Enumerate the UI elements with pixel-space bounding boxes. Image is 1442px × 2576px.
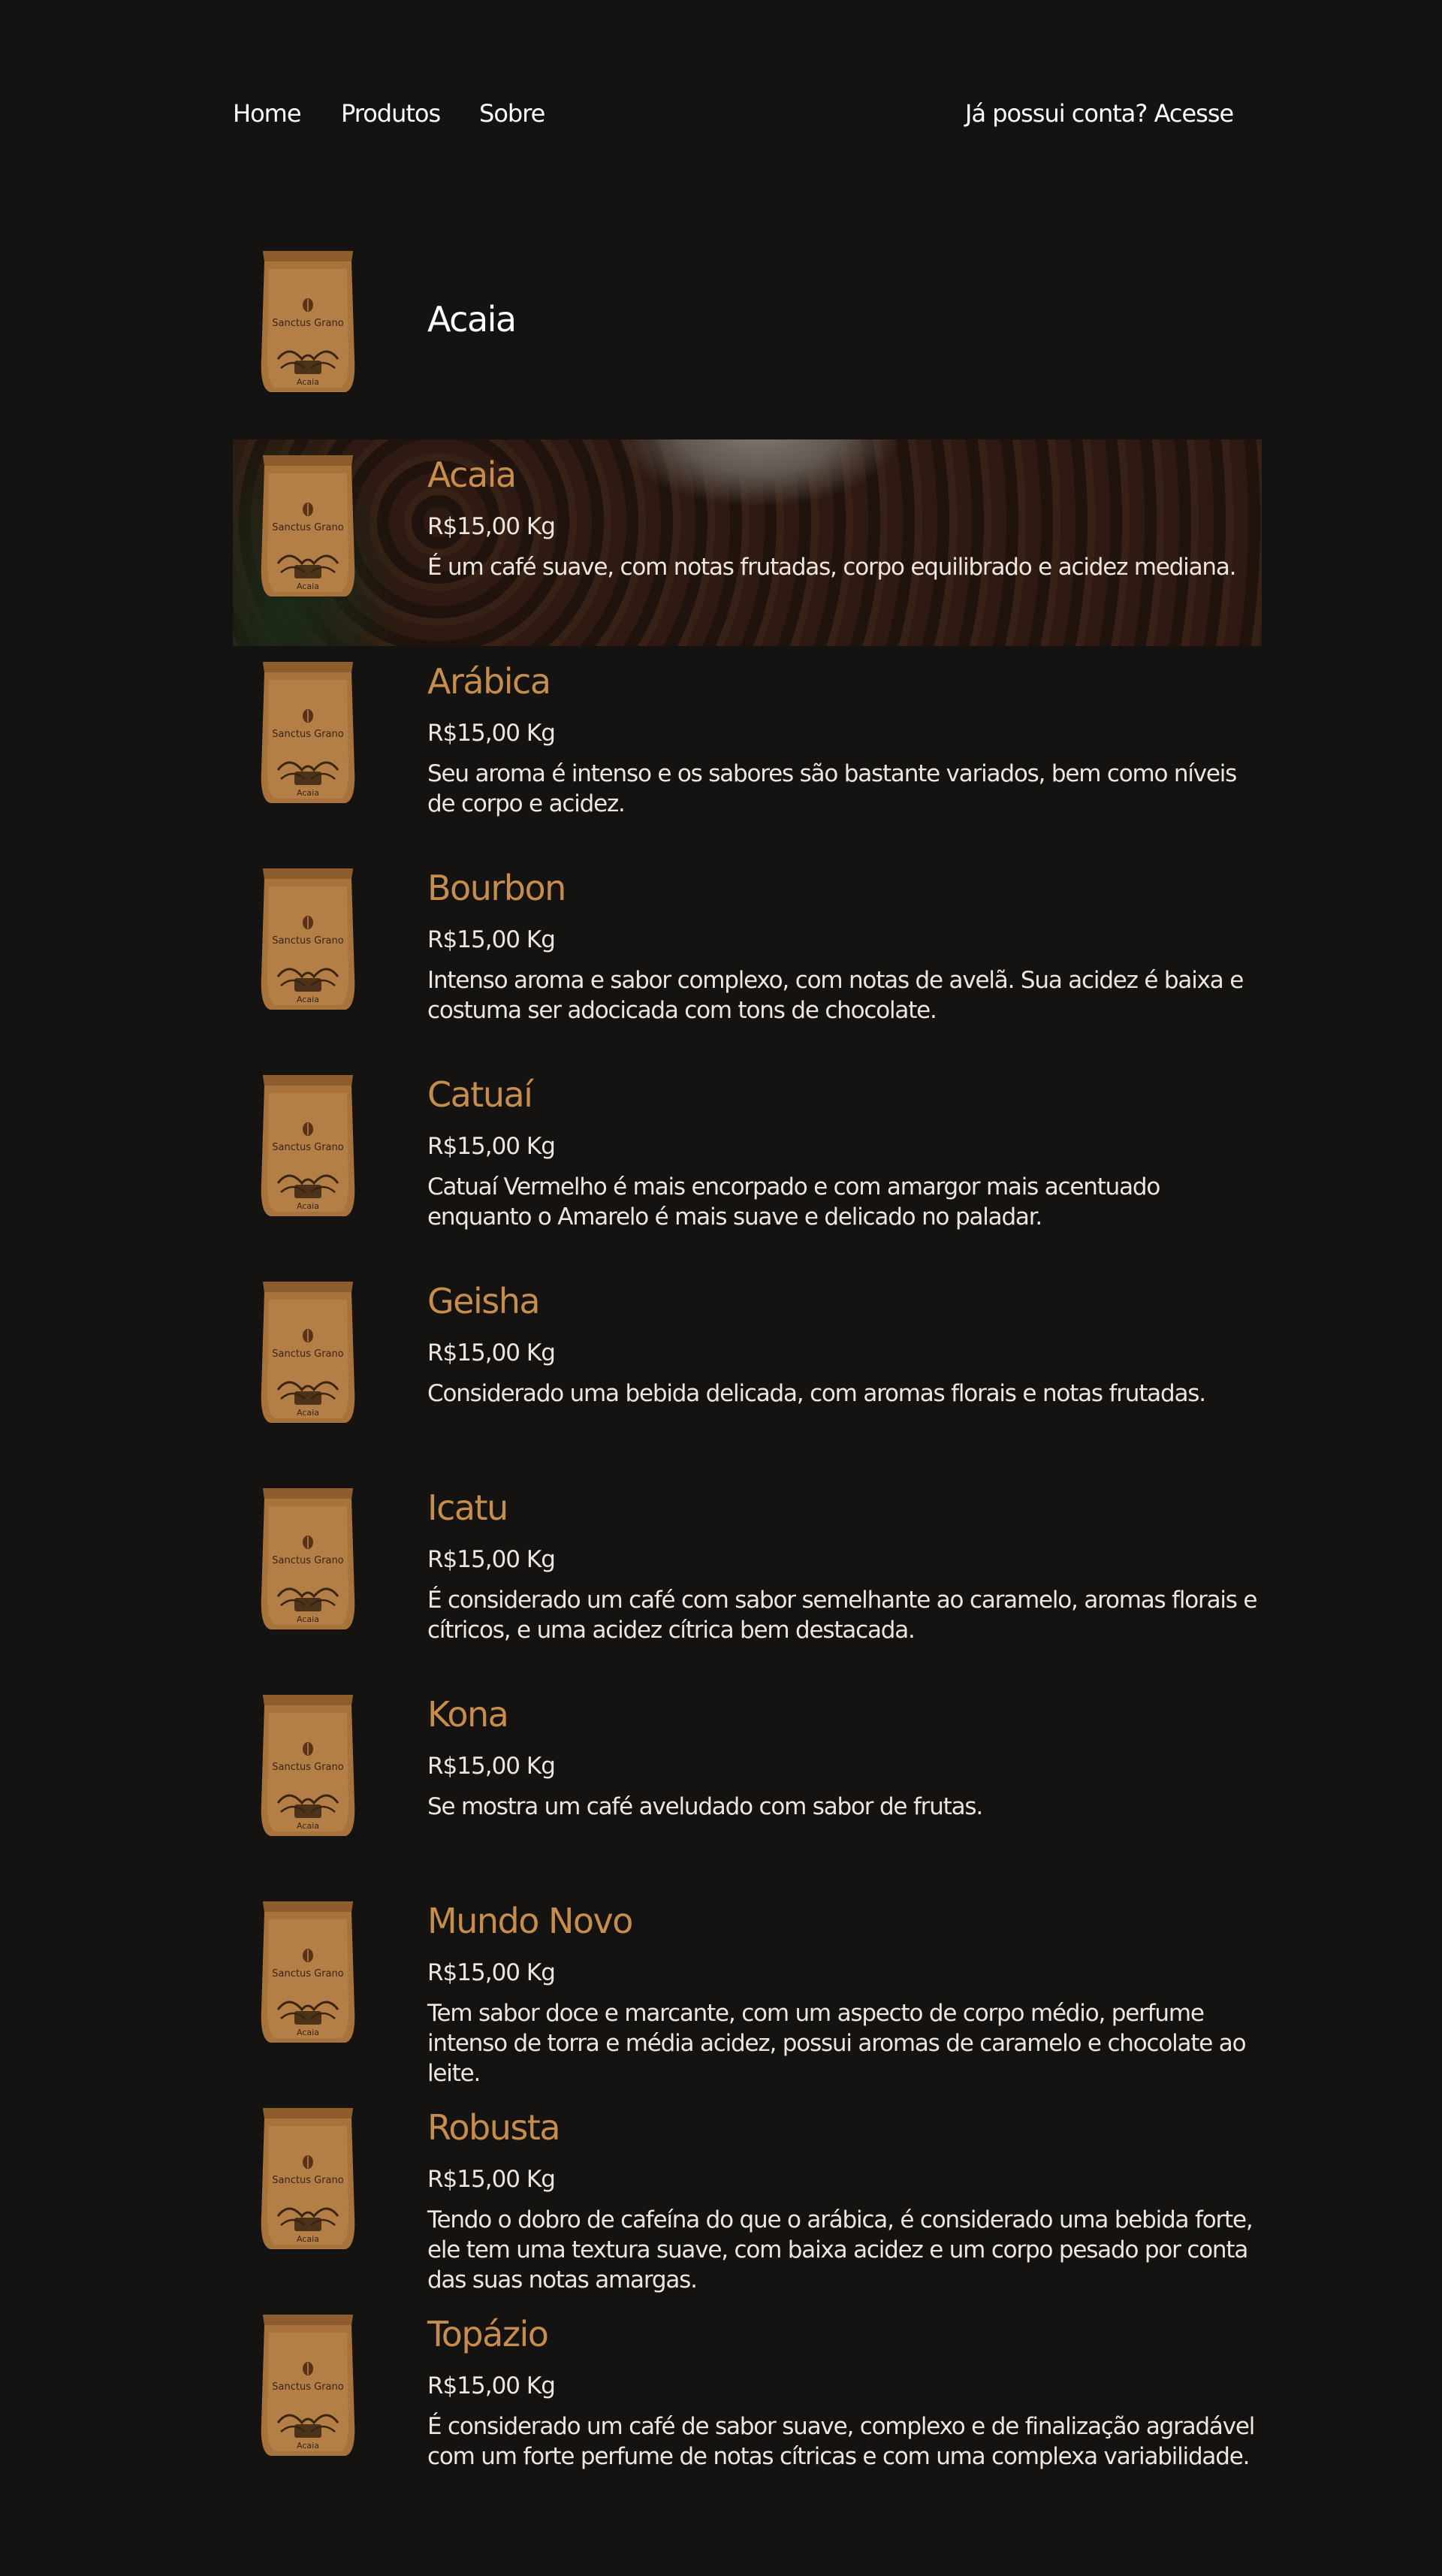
product-item[interactable]: Sanctus Grano Acaia Arábica R$15,00 Kg Seu… bbox=[233, 646, 1262, 853]
product-description: É considerado um café com sabor semelhan… bbox=[427, 1587, 1257, 1644]
coffee-bag-image: Sanctus Grano Acaia bbox=[255, 1071, 360, 1221]
product-name[interactable]: Geisha bbox=[427, 1281, 541, 1321]
nav-link-about[interactable]: Sobre bbox=[479, 99, 545, 128]
bag-brand-label: Sanctus Grano bbox=[272, 1968, 343, 1980]
bag-brand-label: Sanctus Grano bbox=[272, 1555, 343, 1566]
product-name[interactable]: Robusta bbox=[427, 2107, 561, 2148]
product-item[interactable]: Sanctus Grano Acaia Geisha R$15,00 Kg Cons… bbox=[233, 1266, 1262, 1472]
coffee-bag-image: Sanctus Grano Acaia bbox=[255, 1277, 360, 1427]
product-name[interactable]: Bourbon bbox=[427, 868, 566, 908]
product-item[interactable]: Sanctus Grano Acaia Topázio R$15,00 Kg É c… bbox=[233, 2299, 1262, 2505]
bag-variety-label: Acaia bbox=[297, 2028, 319, 2037]
coffee-bag-image: Sanctus Grano Acaia bbox=[255, 657, 360, 808]
bag-variety-label: Acaia bbox=[297, 2234, 319, 2244]
product-item[interactable]: Sanctus Grano Acaia Mundo Novo R$15,00 Kg… bbox=[233, 1886, 1262, 2092]
bag-variety-label: Acaia bbox=[297, 2441, 319, 2451]
main-nav: Home Produtos Sobre Já possui conta? Ace… bbox=[233, 99, 1234, 137]
bag-variety-label: Acaia bbox=[297, 788, 319, 798]
product-item[interactable]: Sanctus Grano Acaia Catuaí R$15,00 Kg Catu… bbox=[233, 1059, 1262, 1266]
bag-brand-label: Sanctus Grano bbox=[272, 318, 343, 329]
product-item[interactable]: Sanctus Grano Acaia Acaia R$15,00 Kg É um … bbox=[233, 439, 1262, 646]
bag-brand-label: Sanctus Grano bbox=[272, 2381, 343, 2393]
product-price: R$15,00 Kg bbox=[427, 2166, 556, 2193]
product-description: Seu aroma é intenso e os sabores são bas… bbox=[427, 760, 1237, 817]
bag-variety-label: Acaia bbox=[297, 581, 319, 591]
bag-variety-label: Acaia bbox=[297, 995, 319, 1004]
bag-brand-label: Sanctus Grano bbox=[272, 1762, 343, 1773]
product-name[interactable]: Catuaí bbox=[427, 1074, 533, 1115]
product-description: Catuaí Vermelho é mais encorpado e com a… bbox=[427, 1173, 1160, 1231]
selected-product-header: Sanctus Grano Acaia Acaia bbox=[233, 240, 1262, 406]
login-link[interactable]: Já possui conta? Acesse bbox=[965, 99, 1234, 128]
product-item[interactable]: Sanctus Grano Acaia Icatu R$15,00 Kg É con… bbox=[233, 1472, 1262, 1679]
product-price: R$15,00 Kg bbox=[427, 1133, 556, 1160]
product-name[interactable]: Topázio bbox=[427, 2314, 549, 2354]
product-name[interactable]: Icatu bbox=[427, 1487, 508, 1528]
product-item[interactable]: Sanctus Grano Acaia Robusta R$15,00 Kg Ten… bbox=[233, 2092, 1262, 2299]
nav-link-products[interactable]: Produtos bbox=[341, 99, 441, 128]
selected-product-title: Acaia bbox=[427, 299, 517, 340]
coffee-bag-image: Sanctus Grano Acaia bbox=[255, 246, 360, 397]
bag-brand-label: Sanctus Grano bbox=[272, 522, 343, 533]
product-price: R$15,00 Kg bbox=[427, 1546, 556, 1573]
product-description: Tem sabor doce e marcante, com um aspect… bbox=[427, 2000, 1247, 2087]
nav-link-home[interactable]: Home bbox=[233, 99, 301, 128]
product-price: R$15,00 Kg bbox=[427, 1339, 556, 1367]
coffee-bag-image: Sanctus Grano Acaia bbox=[255, 451, 360, 601]
coffee-bag-image: Sanctus Grano Acaia bbox=[255, 1484, 360, 1634]
product-price: R$15,00 Kg bbox=[427, 720, 556, 747]
product-description: É um café suave, com notas frutadas, cor… bbox=[427, 554, 1236, 581]
coffee-bag-image: Sanctus Grano Acaia bbox=[255, 1690, 360, 1841]
bag-brand-label: Sanctus Grano bbox=[272, 935, 343, 947]
coffee-bag-image: Sanctus Grano Acaia bbox=[255, 2310, 360, 2460]
coffee-bag-image: Sanctus Grano Acaia bbox=[255, 864, 360, 1014]
product-list: Sanctus Grano Acaia Acaia R$15,00 Kg É um … bbox=[233, 439, 1262, 2505]
product-name[interactable]: Arábica bbox=[427, 661, 551, 702]
product-price: R$15,00 Kg bbox=[427, 1959, 556, 1986]
bag-brand-label: Sanctus Grano bbox=[272, 1142, 343, 1153]
product-price: R$15,00 Kg bbox=[427, 2372, 556, 2399]
bag-variety-label: Acaia bbox=[297, 1201, 319, 1211]
coffee-bag-image: Sanctus Grano Acaia bbox=[255, 1897, 360, 2047]
product-description: Intenso aroma e sabor complexo, com nota… bbox=[427, 967, 1244, 1024]
product-name[interactable]: Kona bbox=[427, 1694, 509, 1735]
product-price: R$15,00 Kg bbox=[427, 513, 556, 540]
coffee-bag-image: Sanctus Grano Acaia bbox=[255, 2103, 360, 2254]
product-price: R$15,00 Kg bbox=[427, 926, 556, 953]
product-description: Tendo o dobro de cafeína do que o arábic… bbox=[427, 2206, 1253, 2294]
bag-variety-label: Acaia bbox=[297, 1614, 319, 1624]
bag-brand-label: Sanctus Grano bbox=[272, 2175, 343, 2186]
product-description: Considerado uma bebida delicada, com aro… bbox=[427, 1380, 1206, 1407]
product-name[interactable]: Acaia bbox=[427, 454, 517, 495]
product-name[interactable]: Mundo Novo bbox=[427, 1901, 633, 1941]
product-price: R$15,00 Kg bbox=[427, 1753, 556, 1780]
bag-brand-label: Sanctus Grano bbox=[272, 1348, 343, 1360]
product-item[interactable]: Sanctus Grano Acaia Kona R$15,00 Kg Se mos… bbox=[233, 1679, 1262, 1886]
product-item[interactable]: Sanctus Grano Acaia Bourbon R$15,00 Kg Int… bbox=[233, 853, 1262, 1059]
bag-variety-label: Acaia bbox=[297, 1821, 319, 1831]
bag-variety-label: Acaia bbox=[297, 377, 319, 387]
bag-variety-label: Acaia bbox=[297, 1408, 319, 1418]
product-description: Se mostra um café aveludado com sabor de… bbox=[427, 1793, 983, 1820]
bag-brand-label: Sanctus Grano bbox=[272, 729, 343, 740]
product-description: É considerado um café de sabor suave, co… bbox=[427, 2413, 1255, 2470]
